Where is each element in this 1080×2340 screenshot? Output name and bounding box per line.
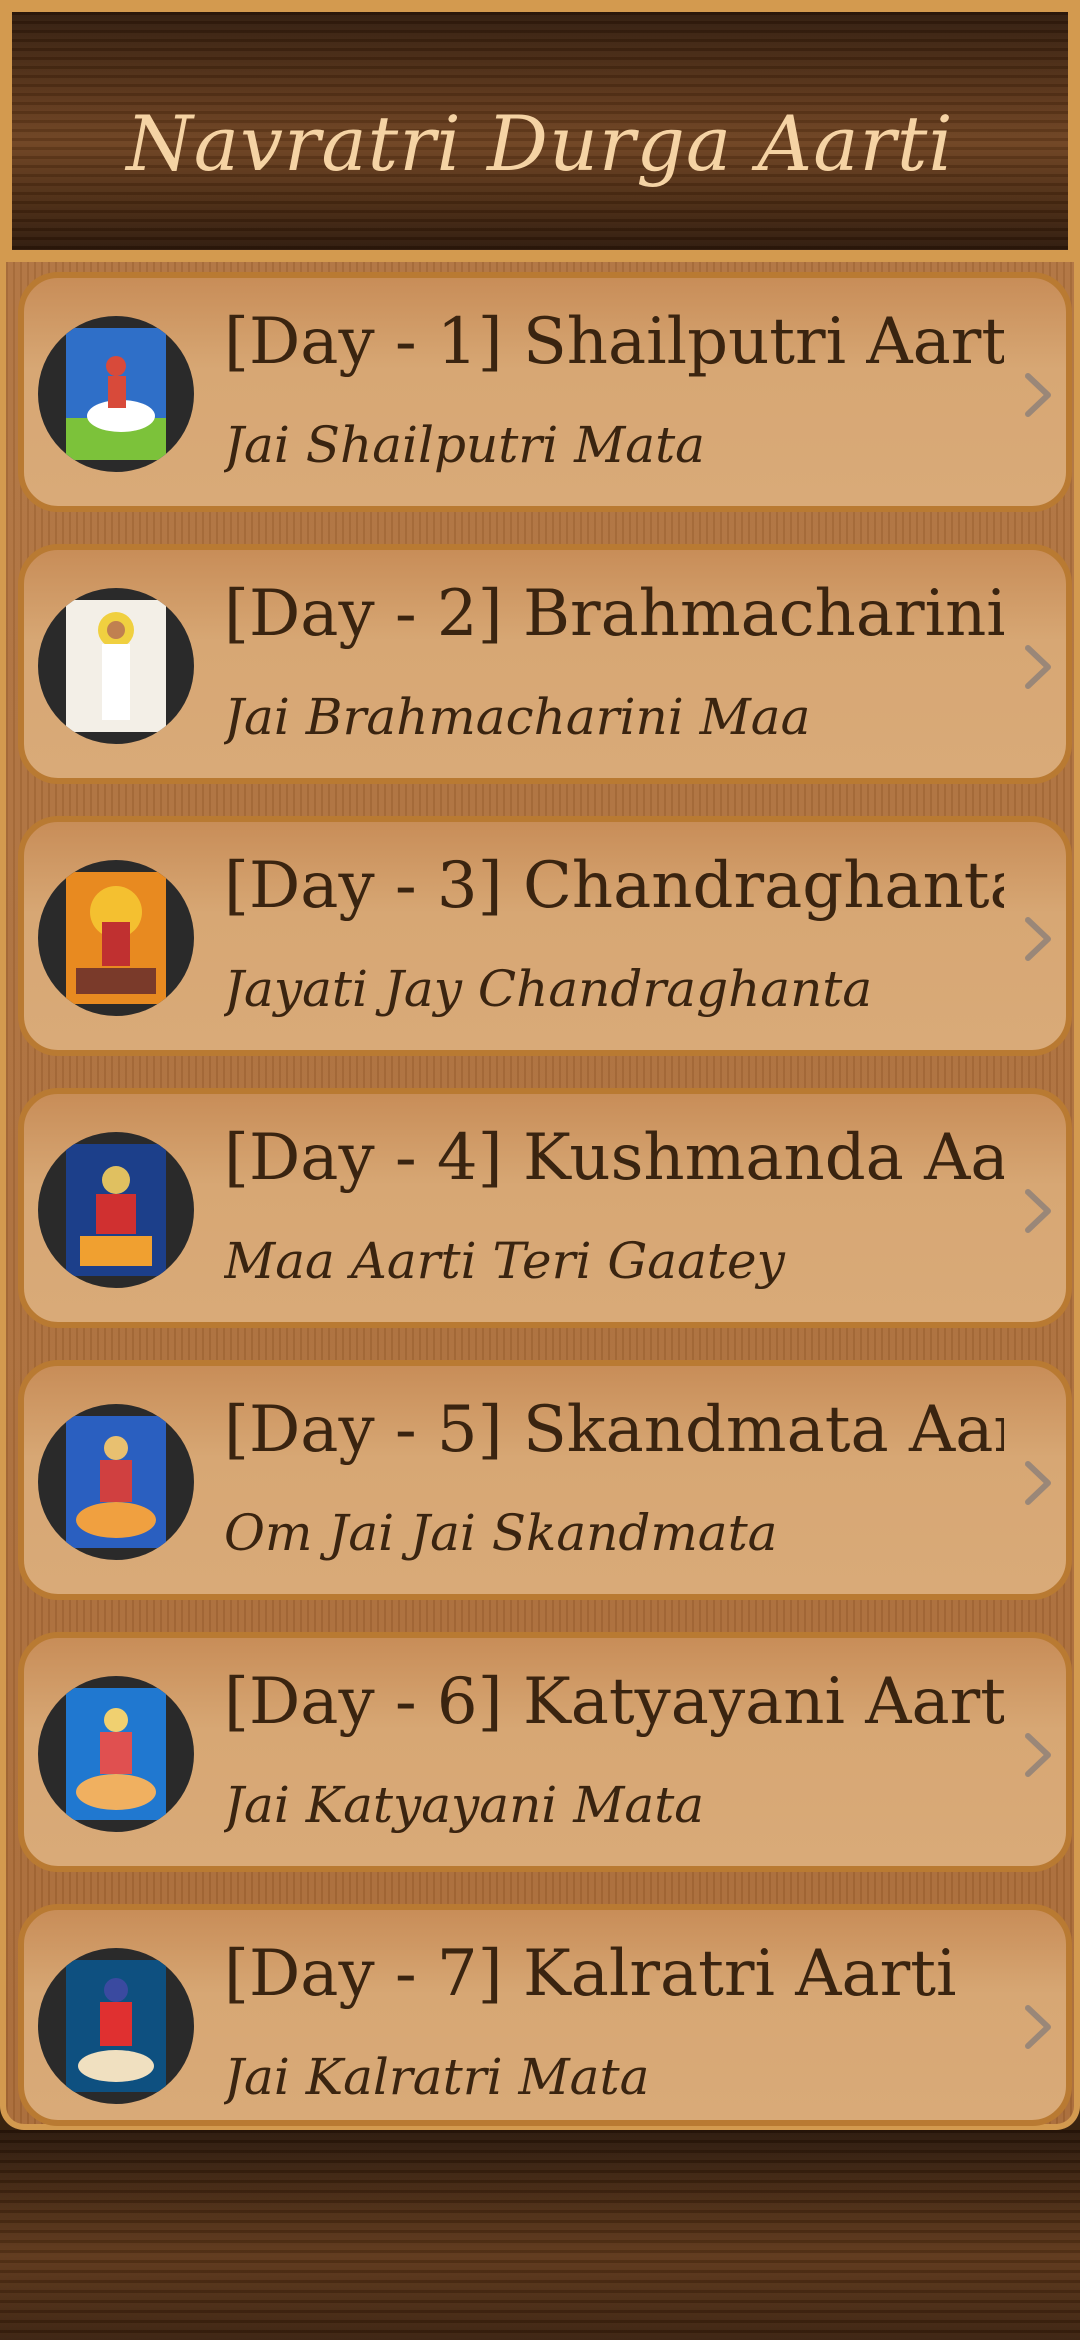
chevron-right-icon	[1025, 645, 1051, 689]
chevron-right-icon	[1025, 1189, 1051, 1233]
avatar	[38, 860, 194, 1016]
app-header: Navratri Durga Aarti	[0, 0, 1080, 262]
list-item-day-5[interactable]: [Day - 5] Skandmata Aarti Om Jai Jai Ska…	[18, 1360, 1072, 1600]
avatar	[38, 1132, 194, 1288]
chevron-right-icon	[1025, 1733, 1051, 1777]
chevron-right-icon	[1025, 373, 1051, 417]
item-title: [Day - 4] Kushmanda Aarti	[224, 1121, 1004, 1195]
item-subtitle: Jai Kalratri Mata	[224, 2048, 650, 2106]
item-subtitle: Jayati Jay Chandraghanta	[224, 960, 873, 1018]
item-title: [Day - 6] Katyayani Aarti	[224, 1665, 1004, 1739]
list-item-day-3[interactable]: [Day - 3] Chandraghanta... Jayati Jay Ch…	[18, 816, 1072, 1056]
avatar	[38, 1404, 194, 1560]
list-item-day-6[interactable]: [Day - 6] Katyayani Aarti Jai Katyayani …	[18, 1632, 1072, 1872]
avatar	[38, 1676, 194, 1832]
kushmanda-icon	[66, 1144, 166, 1276]
avatar	[38, 588, 194, 744]
list-item-day-2[interactable]: [Day - 2] Brahmacharini... Jai Brahmacha…	[18, 544, 1072, 784]
header-wood-panel: Navratri Durga Aarti	[12, 12, 1068, 250]
list-item-day-1[interactable]: [Day - 1] Shailputri Aarti Jai Shailputr…	[18, 272, 1072, 512]
bottom-wood-panel	[0, 2130, 1080, 2340]
chandraghanta-icon	[66, 872, 166, 1004]
item-title: [Day - 1] Shailputri Aarti	[224, 305, 1004, 379]
item-subtitle: Jai Katyayani Mata	[224, 1776, 705, 1834]
item-title: [Day - 5] Skandmata Aarti	[224, 1393, 1004, 1467]
item-title: [Day - 3] Chandraghanta...	[224, 849, 1004, 923]
avatar	[38, 316, 194, 472]
item-title: [Day - 2] Brahmacharini...	[224, 577, 1004, 651]
katyayani-icon	[66, 1688, 166, 1820]
list-item-day-7[interactable]: [Day - 7] Kalratri Aarti Jai Kalratri Ma…	[18, 1904, 1072, 2126]
shailputri-icon	[66, 328, 166, 460]
chevron-right-icon	[1025, 917, 1051, 961]
kalratri-icon	[66, 1960, 166, 2092]
item-subtitle: Om Jai Jai Skandmata	[224, 1504, 778, 1562]
item-subtitle: Maa Aarti Teri Gaatey	[224, 1232, 785, 1290]
item-title: [Day - 7] Kalratri Aarti	[224, 1937, 957, 2011]
chevron-right-icon	[1025, 2005, 1051, 2049]
chevron-right-icon	[1025, 1461, 1051, 1505]
skandmata-icon	[66, 1416, 166, 1548]
aarti-list: [Day - 1] Shailputri Aarti Jai Shailputr…	[0, 262, 1080, 2130]
item-subtitle: Jai Brahmacharini Maa	[224, 688, 811, 746]
app-title: Navratri Durga Aarti	[126, 99, 954, 188]
item-subtitle: Jai Shailputri Mata	[224, 416, 705, 474]
brahmacharini-icon	[66, 600, 166, 732]
list-item-day-4[interactable]: [Day - 4] Kushmanda Aarti Maa Aarti Teri…	[18, 1088, 1072, 1328]
avatar	[38, 1948, 194, 2104]
